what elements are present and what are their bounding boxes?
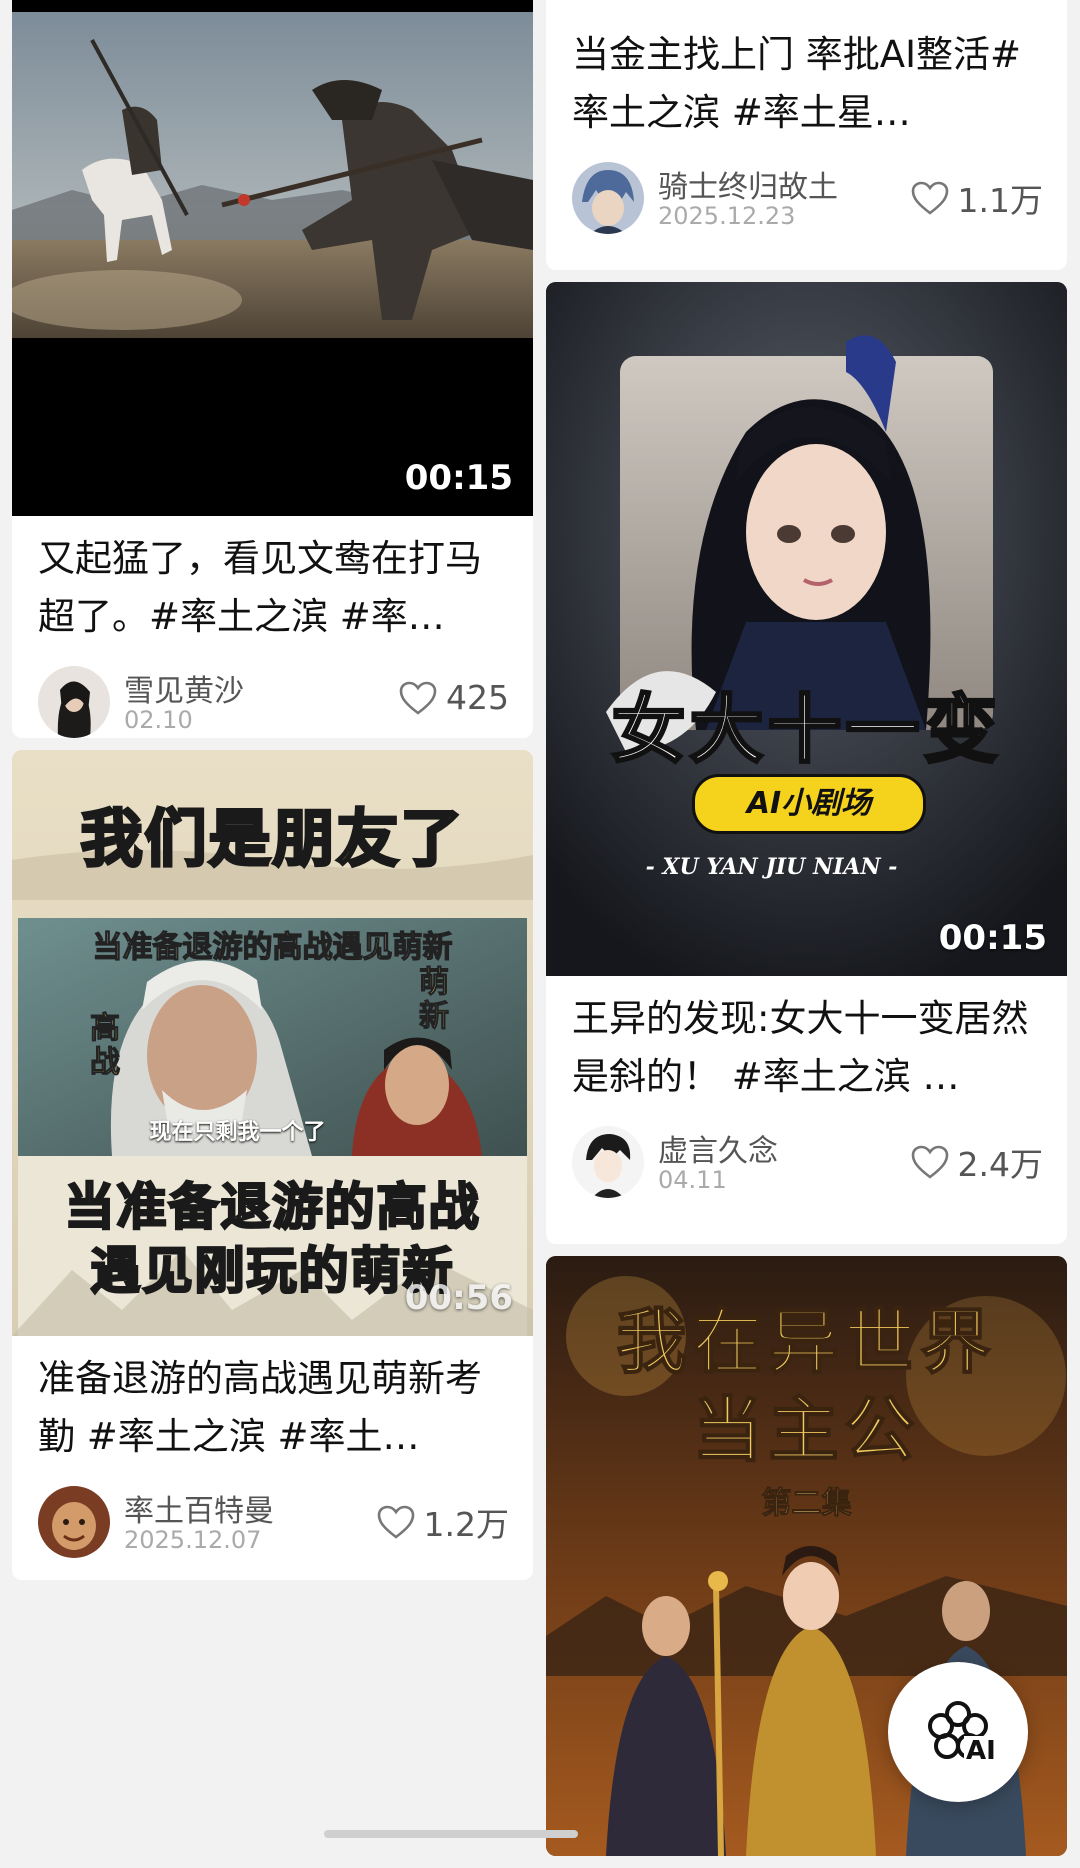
author-name[interactable]: 虚言久念	[658, 1126, 778, 1170]
ai-label: AI	[964, 1736, 998, 1766]
video-title[interactable]: 当金主找上门 率批AI整活#率土之滨 #率土星…	[546, 0, 1067, 142]
thumbnail-title: 我在异世界当主公	[616, 1299, 997, 1472]
avatar[interactable]	[38, 666, 110, 738]
heart-icon	[399, 681, 437, 715]
feed-column-right: 当金主找上门 率批AI整活#率土之滨 #率土星… 骑士终归故土 2025.12.…	[546, 0, 1067, 1868]
feed-column-left: 00:15 又起猛了，看见文鸯在打马超了。#率土之滨 #率… 雪见黄沙 02.1…	[12, 0, 533, 1592]
video-title[interactable]: 王异的发现:女大十一变居然是斜的！ #率土之滨 …	[546, 976, 1067, 1106]
post-date: 04.11	[658, 1166, 727, 1194]
like-button[interactable]: 425	[398, 678, 509, 717]
video-thumbnail[interactable]: 我们是朋友了 当准备退游的高战遇见萌新 高战 萌新 现在只剩我一个了 当准备退游…	[12, 750, 533, 1336]
thumbnail-label-right: 萌新	[419, 965, 450, 1034]
avatar[interactable]	[572, 1126, 644, 1198]
video-title[interactable]: 又起猛了，看见文鸯在打马超了。#率土之滨 #率…	[12, 516, 533, 646]
video-duration: 00:15	[404, 458, 513, 498]
heart-icon	[911, 181, 948, 215]
video-card[interactable]: 00:15 又起猛了，看见文鸯在打马超了。#率土之滨 #率… 雪见黄沙 02.1…	[12, 0, 533, 738]
card-meta: 雪见黄沙 02.10 425	[12, 646, 533, 738]
like-button[interactable]: 1.1万	[910, 174, 1043, 222]
like-count: 425	[446, 678, 509, 717]
avatar[interactable]	[572, 162, 644, 234]
thumbnail-top-text: 我们是朋友了	[79, 801, 465, 877]
video-thumbnail[interactable]: 00:15	[12, 0, 533, 516]
thumbnail-title: 女大十一变	[610, 686, 1002, 775]
thumbnail-caption: 当准备退游的高战遇见萌新	[92, 929, 453, 965]
video-duration: 00:56	[404, 1278, 513, 1318]
like-count: 2.4万	[957, 1145, 1043, 1184]
thumbnail-episode: 第二集	[761, 1486, 852, 1522]
thumbnail-badge: AI小剧场	[692, 774, 926, 834]
author-name[interactable]: 雪见黄沙	[124, 666, 244, 710]
thumbnail-subtitle: 现在只剩我一个了	[149, 1120, 326, 1145]
thumbnail-label-left: 高战	[90, 1011, 121, 1080]
thumbnail-subtitle: - XU YAN JIU NIAN -	[645, 854, 898, 880]
card-meta: 率土百特曼 2025.12.07 1.2万	[12, 1466, 533, 1580]
ai-assistant-button[interactable]: AI	[888, 1662, 1028, 1802]
video-thumbnail[interactable]: 女大十一变 AI小剧场 - XU YAN JIU NIAN - 00:15	[546, 282, 1067, 976]
like-button[interactable]: 2.4万	[910, 1138, 1043, 1186]
avatar[interactable]	[38, 1486, 110, 1558]
post-date: 2025.12.23	[658, 202, 796, 230]
heart-icon	[377, 1505, 414, 1539]
card-meta: 骑士终归故土 2025.12.23 1.1万	[546, 142, 1067, 260]
post-date: 02.10	[124, 706, 193, 734]
author-name[interactable]: 率土百特曼	[124, 1486, 274, 1530]
video-card[interactable]: 女大十一变 AI小剧场 - XU YAN JIU NIAN - 00:15 王异…	[546, 282, 1067, 1244]
card-meta: 虚言久念 04.11 2.4万	[546, 1106, 1067, 1224]
like-count: 1.2万	[423, 1505, 509, 1544]
video-duration: 00:15	[938, 918, 1047, 958]
badge-label: AI小剧场	[746, 786, 872, 821]
video-card[interactable]: 我们是朋友了 当准备退游的高战遇见萌新 高战 萌新 现在只剩我一个了 当准备退游…	[12, 750, 533, 1580]
home-indicator[interactable]	[324, 1830, 578, 1838]
heart-icon	[911, 1145, 948, 1179]
video-title[interactable]: 准备退游的高战遇见萌新考勤 #率土之滨 #率土…	[12, 1336, 533, 1466]
like-button[interactable]: 1.2万	[376, 1498, 509, 1546]
author-name[interactable]: 骑士终归故土	[658, 162, 838, 206]
battle-scene-image	[12, 0, 533, 516]
video-card[interactable]: 当金主找上门 率批AI整活#率土之滨 #率土星… 骑士终归故土 2025.12.…	[546, 0, 1067, 270]
post-date: 2025.12.07	[124, 1526, 262, 1554]
like-count: 1.1万	[957, 181, 1043, 220]
